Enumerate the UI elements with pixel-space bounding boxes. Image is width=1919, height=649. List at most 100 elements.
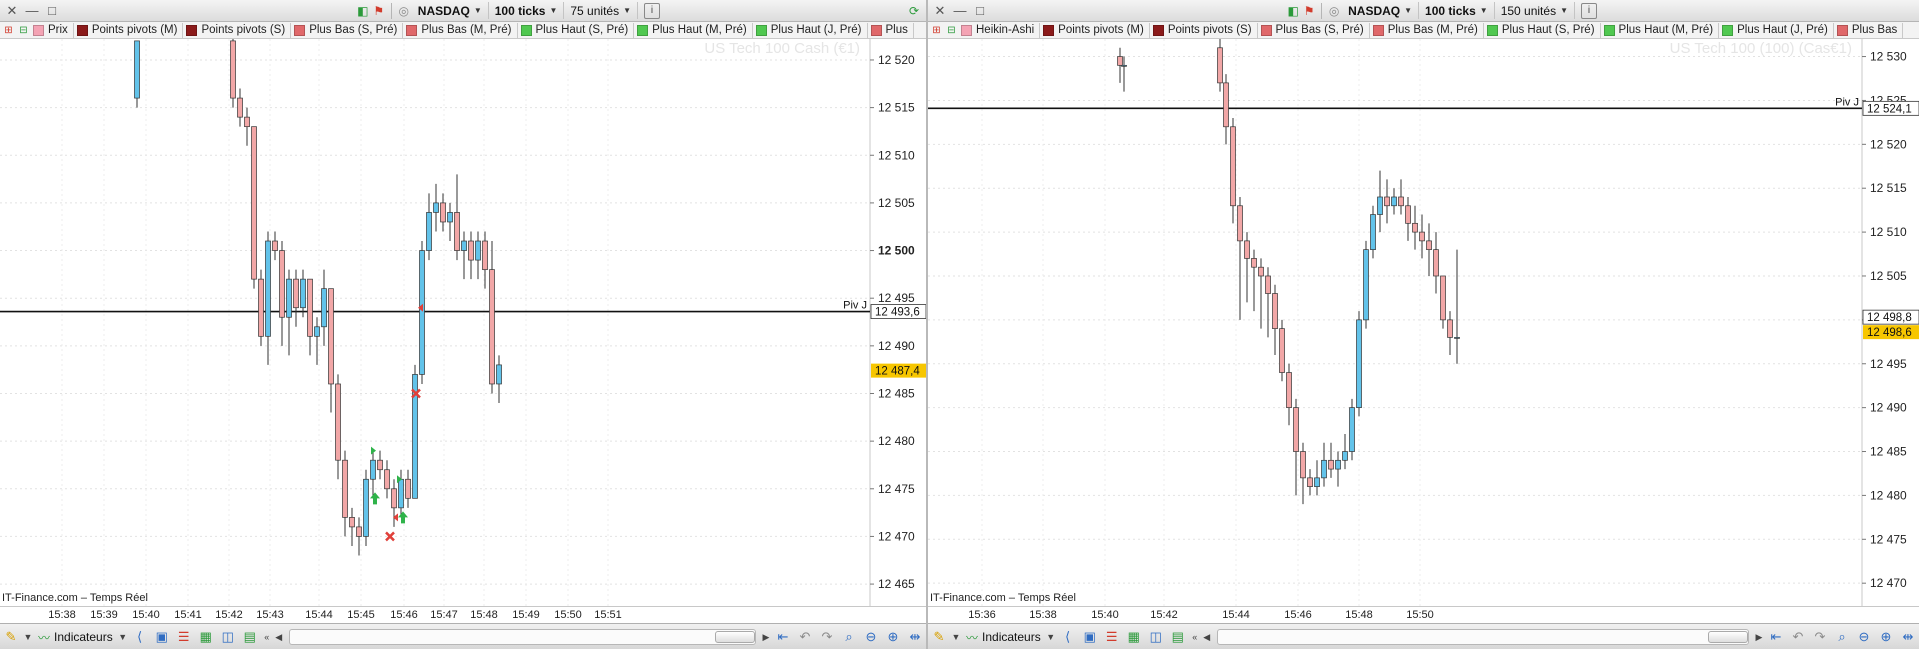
grid-icon[interactable]: ▦: [196, 627, 216, 647]
chat-icon[interactable]: ▣: [152, 627, 172, 647]
double-chevron-left-icon[interactable]: «: [1189, 632, 1201, 642]
zoom-area-icon[interactable]: ⌕: [839, 627, 859, 647]
indicator-tag[interactable]: Heikin-Ashi: [958, 22, 1041, 38]
period-selector[interactable]: 100 ticks ▼: [489, 2, 565, 19]
info-icon[interactable]: i: [644, 2, 660, 19]
double-chevron-left-icon[interactable]: «: [261, 632, 273, 642]
time-tick-label: 15:38: [48, 609, 76, 621]
zoom-out-icon[interactable]: ⊖: [861, 627, 881, 647]
symbol-selector[interactable]: NASDAQ ▼: [1342, 2, 1420, 19]
maximize-icon[interactable]: □: [44, 3, 60, 19]
cursor-icon[interactable]: ⇹: [905, 627, 925, 647]
zoom-in-icon[interactable]: ⊕: [1876, 627, 1896, 647]
bearish-candle: [391, 488, 397, 509]
scroll-right-icon[interactable]: ▶: [760, 632, 772, 643]
undo-icon[interactable]: ↶: [795, 627, 815, 647]
chevron-down-icon[interactable]: ▼: [1045, 632, 1057, 642]
indicator-tag[interactable]: Plus Haut (J, Pré): [753, 22, 868, 38]
zoom-area-icon[interactable]: ⌕: [1832, 627, 1852, 647]
indicator-tag[interactable]: Plus Bas (S, Pré): [1258, 22, 1370, 38]
scroll-left-icon[interactable]: ◀: [273, 632, 285, 643]
edit-indicator-icon[interactable]: ⊟: [945, 24, 958, 37]
horizontal-scrollbar[interactable]: [1216, 629, 1749, 645]
price-chart[interactable]: US Tech 100 Cash (€1) 12 520 12 515 12 510 1…: [0, 39, 926, 606]
indicator-tag[interactable]: Points pivots (S): [183, 22, 292, 38]
indicator-tag[interactable]: Points pivots (M): [1040, 22, 1150, 38]
chevron-down-icon[interactable]: ▼: [117, 632, 129, 642]
drawing-tools-icon[interactable]: ✎: [929, 627, 949, 647]
cursor-icon[interactable]: ⇹: [1898, 627, 1918, 647]
drawing-tools-icon[interactable]: ✎: [1, 627, 21, 647]
window-icon[interactable]: ◫: [1146, 627, 1166, 647]
indicator-tag[interactable]: Plus: [868, 22, 914, 38]
chart-type-icon[interactable]: ◧: [355, 3, 371, 19]
indicator-tag[interactable]: Plus Haut (S, Pré): [1484, 22, 1601, 38]
redo-icon[interactable]: ↷: [817, 627, 837, 647]
scroll-thumb[interactable]: [715, 631, 755, 643]
chart-type-icon[interactable]: ◧: [1285, 3, 1301, 19]
bearish-candle: [335, 383, 341, 461]
indicator-tag[interactable]: Plus Bas (M, Pré): [403, 22, 518, 38]
layout-icon[interactable]: ▤: [1168, 627, 1188, 647]
indicator-tag[interactable]: Plus Haut (S, Pré): [518, 22, 635, 38]
price-chart[interactable]: US Tech 100 (100) (Cas€1) 12 53012 52512 …: [928, 39, 1919, 606]
scroll-left-icon[interactable]: ◀: [1201, 632, 1213, 643]
chevron-down-icon[interactable]: ▼: [22, 632, 34, 642]
close-icon[interactable]: ✕: [932, 3, 948, 19]
redo-icon[interactable]: ↷: [1810, 627, 1830, 647]
bearish-candle: [1237, 205, 1243, 242]
window-icon[interactable]: ◫: [218, 627, 238, 647]
indicators-button[interactable]: 〰 Indicateurs: [34, 627, 117, 647]
scroll-right-icon[interactable]: ▶: [1753, 632, 1765, 643]
refresh-icon[interactable]: ⟳: [906, 3, 922, 19]
units-selector[interactable]: 150 unités ▼: [1495, 2, 1575, 19]
info-icon[interactable]: i: [1581, 2, 1597, 19]
share-icon[interactable]: ⟨: [1058, 627, 1078, 647]
bullish-candle: [1342, 451, 1348, 461]
lock-icon[interactable]: ◎: [1326, 3, 1342, 19]
indicator-tag[interactable]: Plus Haut (M, Pré): [1601, 22, 1720, 38]
price-tick-label: 12 475: [878, 482, 915, 496]
indicator-tag[interactable]: Points pivots (M): [74, 22, 184, 38]
fit-icon[interactable]: ⇤: [773, 627, 793, 647]
indicator-tag[interactable]: Plus Bas: [1834, 22, 1904, 38]
undo-icon[interactable]: ↶: [1788, 627, 1808, 647]
indicator-tag[interactable]: Prix: [30, 22, 74, 38]
lock-icon[interactable]: ◎: [396, 3, 412, 19]
list-icon[interactable]: ☰: [174, 627, 194, 647]
layout-icon[interactable]: ▤: [240, 627, 260, 647]
close-icon[interactable]: ✕: [4, 3, 20, 19]
units-selector[interactable]: 75 unités ▼: [564, 2, 638, 19]
list-icon[interactable]: ☰: [1102, 627, 1122, 647]
edit-indicator-icon[interactable]: ⊟: [17, 24, 30, 37]
zoom-in-icon[interactable]: ⊕: [883, 627, 903, 647]
scroll-thumb[interactable]: [1708, 631, 1748, 643]
units-label: 75 unités: [570, 3, 620, 18]
symbol-selector[interactable]: NASDAQ ▼: [412, 2, 489, 19]
chat-icon[interactable]: ▣: [1080, 627, 1100, 647]
indicators-button[interactable]: 〰 Indicateurs: [962, 627, 1045, 647]
period-selector[interactable]: 100 ticks ▼: [1419, 2, 1495, 19]
bearish-candle: [440, 202, 446, 223]
indicator-tag[interactable]: Plus Haut (J, Pré): [1719, 22, 1834, 38]
grid-icon[interactable]: ▦: [1124, 627, 1144, 647]
indicator-tag[interactable]: Plus Bas (M, Pré): [1370, 22, 1484, 38]
add-indicator-icon[interactable]: ⊞: [2, 24, 15, 37]
share-icon[interactable]: ⟨: [130, 627, 150, 647]
fit-icon[interactable]: ⇤: [1766, 627, 1786, 647]
zoom-out-icon[interactable]: ⊖: [1854, 627, 1874, 647]
add-indicator-icon[interactable]: ⊞: [930, 24, 943, 37]
indicator-label: Plus Haut (S, Pré): [535, 24, 629, 36]
maximize-icon[interactable]: □: [972, 3, 988, 19]
horizontal-scrollbar[interactable]: [288, 629, 756, 645]
link-icon[interactable]: ⚑: [371, 3, 387, 19]
link-icon[interactable]: ⚑: [1301, 3, 1317, 19]
chevron-down-icon[interactable]: ▼: [950, 632, 962, 642]
indicator-tag[interactable]: Plus Bas (S, Pré): [291, 22, 404, 38]
minimize-icon[interactable]: —: [952, 3, 968, 19]
indicator-tag[interactable]: Points pivots (S): [1150, 22, 1258, 38]
minimize-icon[interactable]: —: [24, 3, 40, 19]
bullish-candle: [1121, 64, 1127, 67]
time-tick-label: 15:49: [512, 609, 540, 621]
indicator-tag[interactable]: Plus Haut (M, Pré): [634, 22, 753, 38]
